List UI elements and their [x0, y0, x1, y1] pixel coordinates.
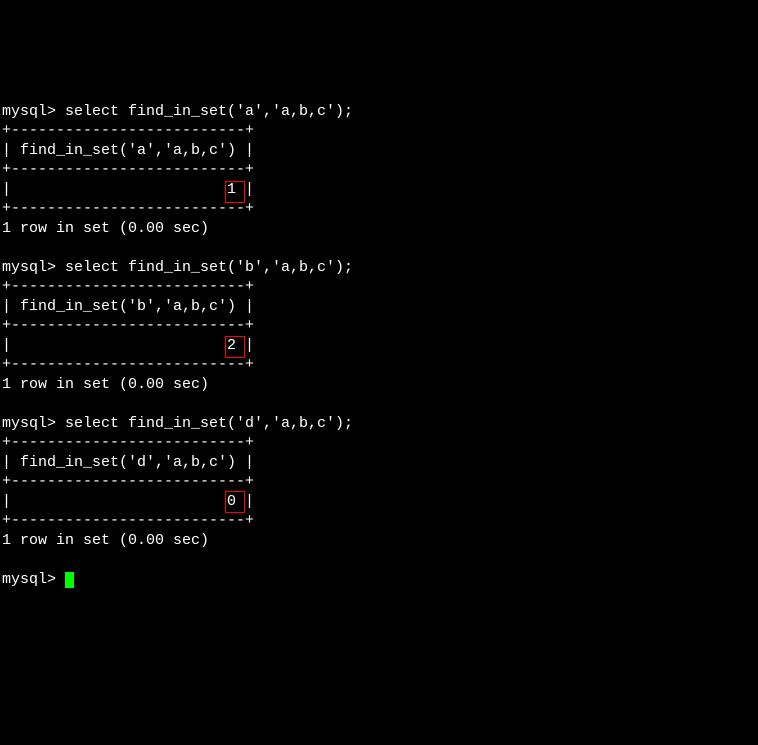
table-divider: +--------------------------+	[2, 473, 254, 490]
prompt: mysql>	[2, 259, 65, 276]
table-divider: +--------------------------+	[2, 200, 254, 217]
table-header: | find_in_set('d','a,b,c') |	[2, 454, 254, 471]
query-footer: 1 row in set (0.00 sec)	[2, 532, 209, 549]
cursor-icon	[65, 572, 74, 588]
prompt: mysql>	[2, 103, 65, 120]
prompt: mysql>	[2, 571, 65, 588]
table-divider: +--------------------------+	[2, 434, 254, 451]
query-footer: 1 row in set (0.00 sec)	[2, 376, 209, 393]
sql-command: select find_in_set('a','a,b,c');	[65, 103, 353, 120]
table-divider: +--------------------------+	[2, 161, 254, 178]
table-divider: +--------------------------+	[2, 356, 254, 373]
table-divider: +--------------------------+	[2, 122, 254, 139]
table-row: | 0 |	[2, 493, 254, 510]
mysql-terminal[interactable]: mysql> select find_in_set('a','a,b,c'); …	[2, 82, 756, 648]
table-divider: +--------------------------+	[2, 512, 254, 529]
query-footer: 1 row in set (0.00 sec)	[2, 220, 209, 237]
sql-command: select find_in_set('d','a,b,c');	[65, 415, 353, 432]
table-header: | find_in_set('b','a,b,c') |	[2, 298, 254, 315]
table-row: | 1 |	[2, 181, 254, 198]
table-divider: +--------------------------+	[2, 317, 254, 334]
table-header: | find_in_set('a','a,b,c') |	[2, 142, 254, 159]
table-row: | 2 |	[2, 337, 254, 354]
sql-command: select find_in_set('b','a,b,c');	[65, 259, 353, 276]
prompt: mysql>	[2, 415, 65, 432]
table-divider: +--------------------------+	[2, 278, 254, 295]
